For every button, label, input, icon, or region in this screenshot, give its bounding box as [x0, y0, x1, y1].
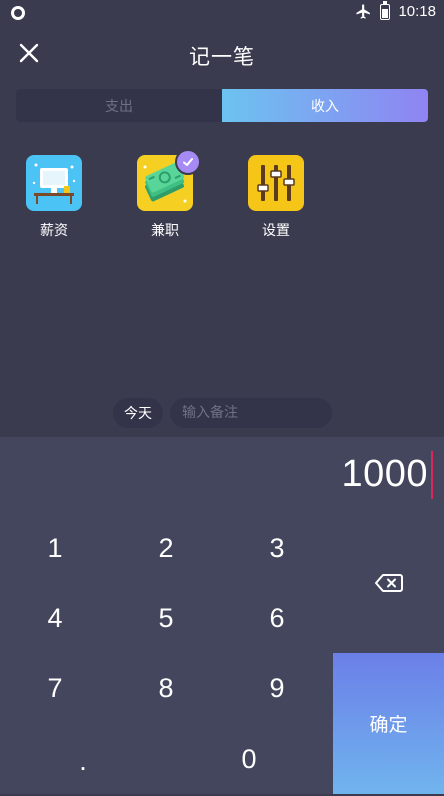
date-chip[interactable]: 今天 — [113, 398, 163, 428]
key-7[interactable]: 7 — [0, 653, 110, 723]
battery-icon — [380, 0, 391, 20]
text-cursor — [431, 451, 433, 499]
category-salary[interactable]: 薪资 — [14, 155, 94, 240]
airplane-mode-icon — [356, 4, 371, 19]
key-4[interactable]: 4 — [0, 583, 110, 653]
key-3[interactable]: 3 — [222, 513, 332, 583]
keypad: 1000 1 2 3 4 5 6 7 8 9 . 0 确定 — [0, 437, 444, 794]
category-label: 兼职 — [151, 223, 179, 239]
tab-expense[interactable]: 支出 — [16, 89, 222, 122]
category-grid: 薪资 兼职 设置 — [0, 149, 444, 245]
backspace-button[interactable] — [333, 548, 444, 618]
tab-income[interactable]: 收入 — [222, 89, 428, 122]
check-icon — [183, 158, 193, 166]
cash-icon — [137, 149, 201, 211]
key-decimal[interactable]: . — [28, 726, 138, 796]
backspace-icon — [374, 574, 403, 592]
status-indicators: 10:18 — [355, 0, 436, 20]
confirm-button[interactable]: 确定 — [333, 653, 444, 794]
key-6[interactable]: 6 — [222, 583, 332, 653]
header: 记一笔 — [0, 28, 444, 82]
key-8[interactable]: 8 — [111, 653, 221, 723]
category-label: 设置 — [262, 223, 290, 239]
amount-display: 1000 — [341, 453, 428, 495]
selected-check-badge — [175, 149, 201, 175]
key-1[interactable]: 1 — [0, 513, 110, 583]
key-2[interactable]: 2 — [111, 513, 221, 583]
category-label: 薪资 — [40, 223, 68, 239]
category-part-time[interactable]: 兼职 — [125, 149, 205, 240]
category-settings[interactable]: 设置 — [236, 155, 316, 240]
memo-input[interactable] — [170, 398, 332, 428]
key-9[interactable]: 9 — [222, 653, 332, 723]
key-5[interactable]: 5 — [111, 583, 221, 653]
settings-sliders-icon — [248, 155, 304, 211]
status-time: 10:18 — [398, 3, 436, 20]
status-bar: 10:18 — [0, 0, 444, 28]
salary-icon — [26, 155, 82, 211]
type-tabs: 支出 收入 — [16, 89, 428, 122]
page-title: 记一笔 — [189, 45, 255, 69]
memo-row: 今天 — [113, 398, 332, 428]
key-0[interactable]: 0 — [194, 724, 304, 794]
notification-dot-icon — [11, 6, 25, 20]
